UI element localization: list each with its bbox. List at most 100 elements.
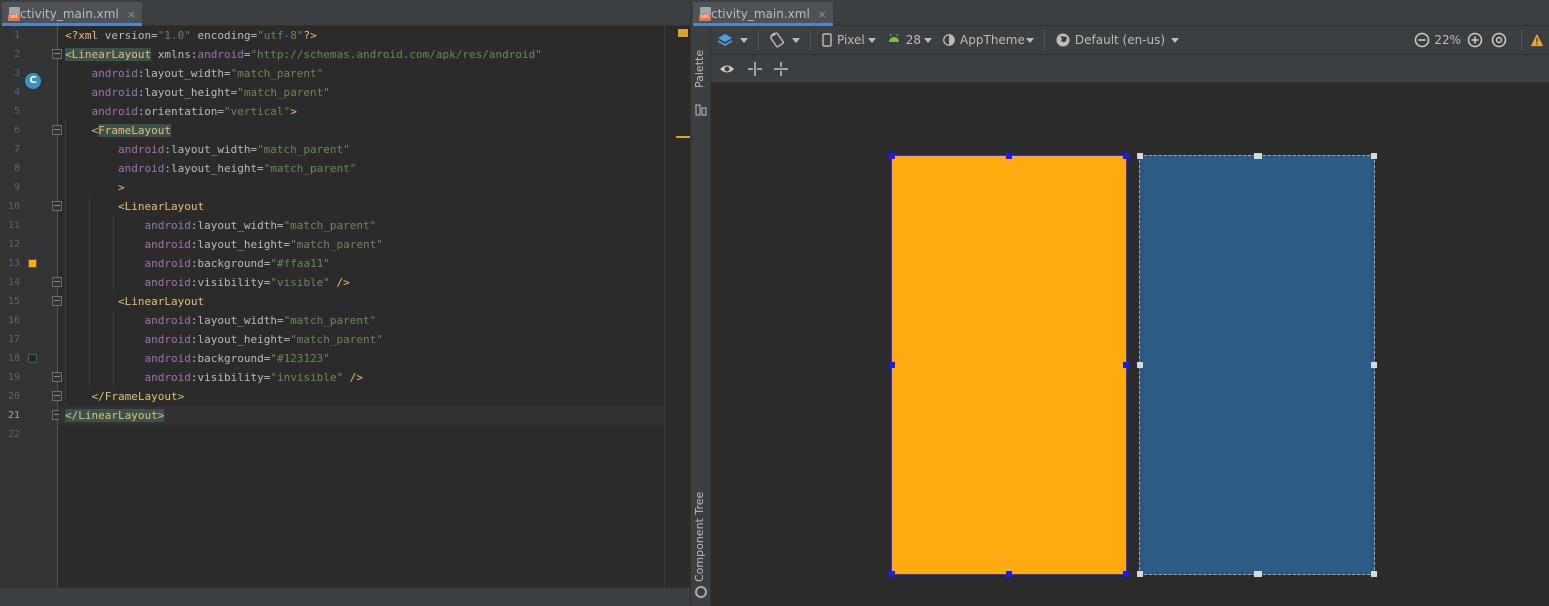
view-options-toolbar <box>711 55 1549 83</box>
code-line[interactable]: android:layout_height="match_parent" <box>65 330 383 349</box>
code-line[interactable]: android:orientation="vertical"> <box>65 102 297 121</box>
resize-handle[interactable] <box>1371 362 1377 368</box>
eye-icon[interactable] <box>719 61 735 77</box>
code-line[interactable]: android:layout_height="match_parent" <box>65 235 382 254</box>
resize-handle[interactable] <box>889 571 895 577</box>
designer-tab-activity-main[interactable]: xml activity_main.xml × <box>693 2 833 26</box>
code-area[interactable]: <?xml version="1.0" encoding="utf-8"?> <L… <box>59 26 664 587</box>
resize-handle[interactable] <box>1123 362 1129 368</box>
code-line[interactable]: </FrameLayout> <box>65 387 185 406</box>
zoom-in-icon[interactable] <box>1467 32 1483 48</box>
toolbar-divider <box>1043 30 1045 50</box>
locale-selector[interactable]: Default (en-us) <box>1055 29 1180 51</box>
api-level-selector[interactable]: 28 <box>886 29 933 51</box>
toolbar-divider <box>810 30 811 50</box>
line-number: 17 <box>7 334 20 345</box>
code-line[interactable]: android:visibility="visible" /> <box>65 273 349 292</box>
code-token: :layout_width= <box>164 143 258 156</box>
resize-handle[interactable] <box>1137 362 1143 368</box>
resize-handle[interactable] <box>889 153 895 159</box>
orientation-button[interactable] <box>769 29 800 51</box>
code-token: xmlns: <box>151 48 198 61</box>
code-token: android <box>144 333 191 346</box>
code-line[interactable]: android:background="#123123" <box>65 349 330 368</box>
code-token: </FrameLayout> <box>91 390 185 403</box>
theme-label: AppTheme <box>960 33 1025 47</box>
resize-handle[interactable] <box>1006 571 1012 577</box>
code-line[interactable]: </LinearLayout> <box>65 406 165 425</box>
resize-handle[interactable] <box>1123 153 1129 159</box>
code-token: android <box>91 67 138 80</box>
code-token: encoding= <box>190 29 258 42</box>
resize-handle[interactable] <box>1137 153 1143 159</box>
code-token: :visibility= <box>190 371 271 384</box>
design-canvas[interactable] <box>711 84 1549 606</box>
code-token: "utf-8" <box>257 29 304 42</box>
close-icon[interactable]: × <box>818 8 827 21</box>
horizontal-margin-icon[interactable] <box>747 61 763 77</box>
code-line[interactable]: android:visibility="invisible" /> <box>65 368 363 387</box>
code-line[interactable]: <LinearLayout xmlns:android="http://sche… <box>65 45 542 64</box>
code-token: "match_parent" <box>290 333 383 346</box>
code-line[interactable]: android:background="#ffaa11" <box>65 254 329 273</box>
xml-file-icon: xml <box>8 7 20 21</box>
code-token: > <box>290 105 297 118</box>
code-line[interactable]: android:layout_width="match_parent" <box>65 140 350 159</box>
code-line[interactable]: android:layout_width="match_parent" <box>65 216 376 235</box>
design-view-screen[interactable] <box>889 153 1129 577</box>
zoom-out-icon[interactable] <box>1414 32 1430 48</box>
resize-handle[interactable] <box>1254 571 1262 577</box>
code-line[interactable]: android:layout_width="match_parent" <box>65 64 324 83</box>
resize-handle[interactable] <box>1371 153 1377 159</box>
editor-tab-activity-main[interactable]: xml activity_main.xml × <box>2 2 142 26</box>
code-token: "match_parent" <box>230 67 324 80</box>
code-token: FrameLayout <box>98 124 171 137</box>
component-tree-icon[interactable] <box>695 586 707 598</box>
blueprint-linear-layout[interactable] <box>1144 158 1370 572</box>
code-line[interactable]: <?xml version="1.0" encoding="utf-8"?> <box>65 26 317 45</box>
warning-stripe-mark[interactable] <box>678 29 688 37</box>
color-swatch-icon[interactable] <box>28 259 37 268</box>
blueprint-view-screen[interactable] <box>1137 153 1377 577</box>
line-number: 2 <box>13 49 20 60</box>
close-icon[interactable]: × <box>127 8 136 21</box>
toolbar-divider <box>1521 30 1522 50</box>
code-token: android <box>117 162 165 175</box>
zoom-controls: 22% <box>1414 29 1544 51</box>
code-line[interactable]: android:layout_width="match_parent" <box>65 311 376 330</box>
theme-selector[interactable]: AppTheme <box>942 29 1034 51</box>
component-tree-tool-button[interactable]: Component Tree <box>693 492 706 582</box>
code-line[interactable]: <LinearLayout <box>65 197 204 216</box>
line-number: 21 <box>7 410 20 421</box>
resize-handle[interactable] <box>1254 153 1262 159</box>
resize-handle[interactable] <box>1123 571 1129 577</box>
class-c-icon[interactable]: C <box>25 73 41 89</box>
code-token: "#123123" <box>270 352 330 365</box>
api-level-label: 28 <box>905 33 922 47</box>
device-selector[interactable]: Pixel <box>821 29 876 51</box>
palette-tool-button[interactable]: Palette <box>693 50 706 88</box>
zoom-to-fit-icon[interactable] <box>1491 32 1507 48</box>
code-token: android <box>144 352 191 365</box>
layers-icon <box>717 34 733 46</box>
code-line[interactable]: android:layout_height="match_parent" <box>65 83 330 102</box>
resize-handle[interactable] <box>1137 571 1143 577</box>
warning-icon[interactable] <box>1530 33 1544 47</box>
line-number: 11 <box>7 220 20 231</box>
line-number: 15 <box>7 296 20 307</box>
color-swatch-icon[interactable] <box>28 354 37 363</box>
line-number: 16 <box>7 315 20 326</box>
resize-handle[interactable] <box>1371 571 1377 577</box>
resize-handle[interactable] <box>1006 153 1012 159</box>
current-line-stripe[interactable] <box>676 136 690 138</box>
code-line[interactable]: android:layout_height="match_parent" <box>65 159 356 178</box>
resize-handle[interactable] <box>889 362 895 368</box>
code-line[interactable]: > <box>65 178 125 197</box>
design-surface-button[interactable] <box>717 29 748 51</box>
code-line[interactable]: <LinearLayout <box>65 292 204 311</box>
code-line[interactable]: <FrameLayout <box>65 121 171 140</box>
palette-icon[interactable] <box>695 104 707 116</box>
vertical-margin-icon[interactable] <box>773 61 789 77</box>
error-stripe[interactable] <box>664 26 690 587</box>
